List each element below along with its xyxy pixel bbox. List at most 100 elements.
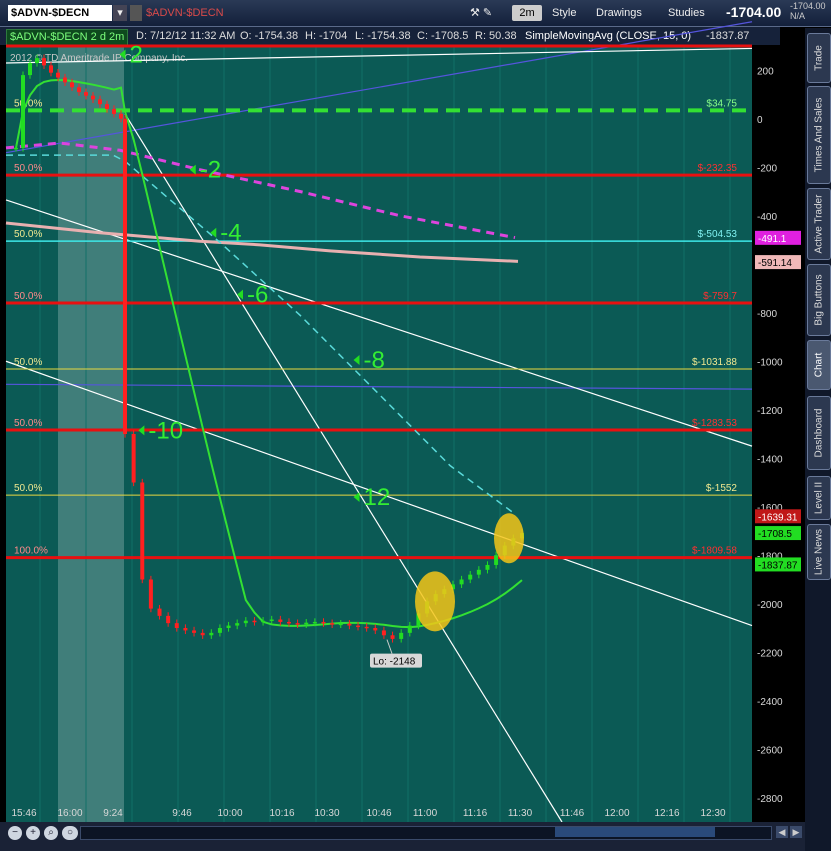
zoom-out-icon[interactable]: − — [8, 826, 22, 840]
y-tick-label: -2000 — [757, 600, 783, 611]
price-chart[interactable]: 2012 © TD Ameritrade IP Company, Inc.50.… — [0, 0, 831, 851]
y-tick-label: -1400 — [757, 454, 783, 465]
side-tab-times-and-sales[interactable]: Times And Sales — [807, 86, 831, 184]
annotation-label: -4 — [220, 220, 241, 247]
y-tick-label: -1000 — [757, 357, 783, 368]
candle — [21, 71, 25, 152]
side-tab-big-buttons[interactable]: Big Buttons — [807, 264, 831, 336]
candle-body — [252, 620, 257, 623]
candle-body — [42, 58, 46, 66]
fib-level-price: $-232.35 — [698, 163, 738, 174]
fib-level-percent: 100.0% — [14, 546, 48, 557]
candle-body — [35, 58, 39, 63]
x-tick-label: 10:00 — [217, 808, 242, 819]
y-tick-label: -2600 — [757, 745, 783, 756]
side-tab-level-ii[interactable]: Level II — [807, 476, 831, 520]
candle-body — [494, 555, 499, 565]
scrollbar-thumb[interactable] — [555, 827, 715, 837]
candle-body — [77, 87, 81, 93]
x-tick-label: 12:00 — [604, 808, 629, 819]
fib-level-price: $-1283.53 — [692, 418, 737, 429]
candle-body — [330, 623, 335, 625]
x-tick-label: 12:30 — [700, 808, 725, 819]
x-tick-label: 9:24 — [103, 808, 123, 819]
candle-body — [235, 623, 240, 626]
candle-body — [157, 608, 162, 616]
x-tick-label: 16:00 — [57, 808, 82, 819]
candle-body — [200, 632, 205, 636]
candle — [123, 115, 127, 438]
x-tick-label: 15:46 — [11, 808, 36, 819]
side-tab-label: Live News — [813, 528, 825, 576]
highlight-ellipse — [415, 571, 455, 632]
candle-body — [269, 619, 274, 622]
magnifier-icon[interactable]: ⌕ — [44, 826, 58, 840]
candle-body — [338, 623, 343, 626]
candle-body — [131, 434, 136, 483]
side-tab-trade[interactable]: Trade — [807, 33, 831, 83]
x-tick-label: 10:30 — [314, 808, 339, 819]
fib-level-price: $-504.53 — [698, 229, 738, 240]
annotation-label: -6 — [247, 282, 268, 309]
candle-body — [295, 623, 300, 625]
annotation-label: 12 — [364, 484, 391, 511]
candle — [140, 478, 145, 584]
candle-body — [485, 564, 490, 570]
extended-hours-shading — [58, 46, 124, 822]
y-tick-label: -400 — [757, 212, 777, 223]
candle-body — [356, 625, 361, 628]
candle-body — [278, 619, 283, 622]
highlight-ellipse — [494, 513, 524, 564]
candle-body — [119, 113, 123, 119]
candle-body — [209, 632, 214, 636]
fib-level-price: $-1809.58 — [692, 546, 737, 557]
fib-level-percent: 50.0% — [14, 291, 42, 302]
candle-body — [373, 628, 378, 631]
zoom-in-icon[interactable]: + — [26, 826, 40, 840]
candle-body — [123, 118, 127, 434]
candle-body — [140, 482, 145, 580]
candle-body — [381, 630, 386, 636]
candle-body — [14, 147, 18, 150]
candle-body — [390, 635, 395, 639]
candle-body — [84, 92, 88, 96]
annotation-label: -2 — [200, 157, 221, 184]
candle-body — [217, 628, 222, 633]
side-tab-label: Trade — [813, 45, 825, 71]
x-tick-label: 11:30 — [508, 808, 533, 819]
x-tick-label: 11:16 — [463, 808, 488, 819]
side-tab-active-trader[interactable]: Active Trader — [807, 188, 831, 260]
y-tick-label: -2800 — [757, 794, 783, 805]
scroll-right-icon[interactable]: ▶ — [790, 826, 802, 838]
fib-level-percent: 50.0% — [14, 229, 42, 240]
candle-body — [304, 622, 309, 625]
scroll-left-icon[interactable]: ◀ — [776, 826, 788, 838]
candle-body — [183, 628, 188, 631]
candle-body — [476, 569, 481, 575]
price-bubble-label: -491.1 — [758, 234, 787, 245]
candle-body — [459, 579, 464, 585]
candle-body — [243, 620, 248, 624]
candle — [148, 575, 153, 613]
fib-level-percent: 50.0% — [14, 418, 42, 429]
x-tick-label: 11:46 — [560, 808, 585, 819]
fib-level-price: $-1552 — [706, 483, 738, 494]
side-tab-label: Level II — [813, 481, 825, 515]
side-tab-dashboard[interactable]: Dashboard — [807, 396, 831, 470]
side-tab-live-news[interactable]: Live News — [807, 524, 831, 580]
candle — [131, 430, 136, 487]
fib-level-percent: 50.0% — [14, 483, 42, 494]
side-tab-label: Dashboard — [813, 408, 825, 458]
fib-level-percent: 50.0% — [14, 357, 42, 368]
candle-body — [105, 104, 109, 110]
candle-body — [286, 621, 291, 624]
side-tab-label: Times And Sales — [813, 97, 825, 173]
candle-body — [312, 621, 317, 624]
side-tab-label: Active Trader — [813, 194, 825, 254]
side-tab-chart[interactable]: Chart — [807, 340, 831, 390]
fib-level-price: $34.75 — [706, 98, 737, 109]
candle-body — [321, 621, 326, 624]
x-tick-label: 10:46 — [366, 808, 391, 819]
price-bubble-label: -1708.5 — [758, 529, 792, 540]
reset-zoom-icon[interactable]: ○ — [62, 826, 78, 840]
